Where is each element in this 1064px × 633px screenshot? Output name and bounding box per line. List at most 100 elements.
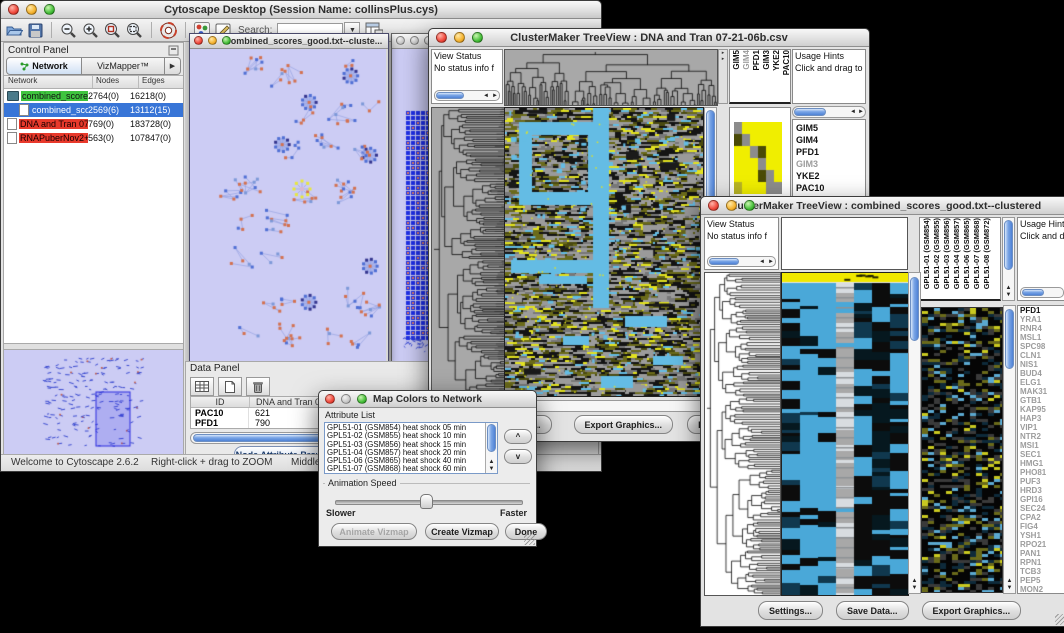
frame-minimize-button[interactable] — [410, 36, 419, 45]
delete-attribute-button[interactable] — [246, 377, 270, 396]
col-header-edges[interactable]: Edges — [139, 76, 183, 88]
tab-vizmapper[interactable]: VizMapper™ — [82, 57, 165, 75]
scroll-down-arrow-icon[interactable]: ▼ — [1004, 585, 1015, 591]
attribute-list-item[interactable]: GPL51-07 (GSM868) heat shock 60 min — [327, 465, 495, 473]
view-status-hscrollbar[interactable]: ◄ ► — [434, 90, 500, 101]
usage-hscrollbar[interactable] — [1020, 287, 1064, 298]
scroll-left-arrow-icon[interactable]: ◄ — [850, 109, 856, 115]
scroll-up-arrow-icon[interactable]: ▲ — [909, 578, 920, 584]
zoom-selected-icon[interactable] — [104, 22, 121, 38]
scroll-down-arrow-icon[interactable]: ▼ — [1003, 292, 1014, 298]
zoom-fit-icon[interactable] — [126, 22, 143, 38]
attribute-list-vscrollbar[interactable]: ▲ ▼ — [485, 423, 497, 473]
tv2-button-settings[interactable]: Settings... — [758, 601, 823, 620]
scroll-up-arrow-icon[interactable]: ▲ — [486, 459, 497, 465]
scrollbar-thumb[interactable] — [436, 92, 464, 99]
tv1-usage-hscrollbar[interactable]: ◄ ► — [792, 106, 866, 118]
save-icon[interactable] — [28, 23, 43, 38]
scroll-down-arrow-icon[interactable]: ▼ — [909, 585, 920, 591]
birds-eye-view[interactable] — [4, 350, 183, 460]
scrollbar-thumb[interactable] — [1005, 309, 1014, 369]
scroll-up-arrow-icon[interactable]: ▲ — [1004, 578, 1015, 584]
zoom-button[interactable] — [744, 200, 755, 211]
scroll-left-arrow-icon[interactable]: ◄ — [483, 93, 489, 99]
tv2-labels-vscrollbar[interactable]: ▲ ▼ — [1002, 217, 1015, 301]
view-status-hscrollbar[interactable]: ◄ ► — [707, 256, 776, 267]
treeview1-titlebar[interactable]: ClusterMaker TreeView : DNA and Tran 07-… — [429, 29, 869, 47]
tv2-button-save-data[interactable]: Save Data... — [836, 601, 909, 620]
scrollbar-thumb[interactable] — [910, 277, 919, 341]
minimize-button[interactable] — [341, 394, 351, 404]
zoom-button[interactable] — [44, 4, 55, 15]
zoom-button[interactable] — [472, 32, 483, 43]
scroll-up-arrow-icon[interactable]: ▲ — [1003, 285, 1014, 291]
resize-grip[interactable] — [1055, 614, 1064, 625]
frame-zoom-button[interactable] — [222, 36, 231, 45]
scrollbar-thumb[interactable] — [709, 258, 739, 265]
treeview2-titlebar[interactable]: ClusterMaker TreeView : combined_scores_… — [701, 197, 1064, 215]
tv1-mini-heatmap[interactable] — [734, 122, 782, 194]
network-tree-row[interactable]: combined_scores2764(0)16218(0) — [4, 89, 183, 103]
slower-label: Slower — [326, 508, 356, 518]
main-titlebar[interactable]: Cytoscape Desktop (Session Name: collins… — [1, 1, 601, 19]
zoom-in-icon[interactable] — [82, 22, 99, 38]
scroll-down-arrow-icon[interactable]: ▼ — [486, 466, 497, 472]
network-canvas[interactable] — [190, 49, 386, 361]
id-column-header[interactable]: ID — [191, 397, 250, 407]
network-tree-row[interactable]: DNA and Tran 07769(0)183728(0) — [4, 117, 183, 131]
select-attributes-button[interactable] — [190, 377, 214, 396]
minimize-button[interactable] — [26, 4, 37, 15]
tv2-mini-heatmap[interactable] — [921, 307, 1003, 593]
resize-grip[interactable] — [524, 534, 535, 545]
zoom-out-icon[interactable] — [60, 22, 77, 38]
close-button[interactable] — [436, 32, 447, 43]
main-window-title: Cytoscape Desktop (Session Name: collins… — [164, 4, 438, 16]
tv1-heatmap[interactable] — [504, 107, 704, 397]
frame-close-button[interactable] — [396, 36, 405, 45]
tv1-splitter-strip[interactable]: ▸▸ — [718, 49, 728, 104]
dialog-titlebar[interactable]: Map Colors to Network — [319, 391, 536, 408]
scrollbar-thumb[interactable] — [794, 108, 826, 116]
tv1-row-dendrogram[interactable] — [431, 107, 505, 397]
tv1-column-dendrogram[interactable] — [504, 49, 718, 106]
float-panel-icon[interactable] — [168, 45, 179, 56]
tab-overflow-arrow[interactable]: ▶ — [165, 57, 181, 75]
close-button[interactable] — [325, 394, 335, 404]
tv2-heatmap-vscrollbar[interactable]: ▲ ▼ — [908, 272, 921, 594]
panel-splitter[interactable] — [4, 343, 183, 350]
network-tree-row[interactable]: combined_sco2569(6)13112(15) — [4, 103, 183, 117]
tab-network[interactable]: Network — [6, 57, 82, 75]
network-frame-1-titlebar[interactable]: combined_scores_good.txt--cluste... — [190, 34, 388, 49]
network-tree-row[interactable]: RNAPuberNov2+563(0)107847(0) — [4, 131, 183, 145]
move-down-button[interactable]: v — [504, 449, 532, 464]
help-lifering-icon[interactable] — [160, 22, 177, 39]
scroll-left-arrow-icon[interactable]: ◄ — [759, 259, 765, 265]
scrollbar-thumb[interactable] — [1004, 220, 1013, 270]
tv2-row-dendrogram[interactable] — [704, 272, 781, 596]
minimize-button[interactable] — [454, 32, 465, 43]
tv2-button-export-graphics[interactable]: Export Graphics... — [922, 601, 1022, 620]
zoom-button[interactable] — [357, 394, 367, 404]
open-folder-icon[interactable] — [6, 23, 23, 38]
col-header-nodes[interactable]: Nodes — [93, 76, 139, 88]
tv2-genes-vscrollbar[interactable]: ▲ ▼ — [1003, 305, 1016, 594]
scroll-right-arrow-icon[interactable]: ► — [492, 93, 498, 99]
close-button[interactable] — [8, 4, 19, 15]
tv2-heatmap[interactable] — [781, 272, 909, 596]
scrollbar-thumb[interactable] — [487, 424, 496, 452]
create-vizmap-button[interactable]: Create Vizmap — [425, 523, 499, 540]
animate-vizmap-button[interactable]: Animate Vizmap — [331, 523, 417, 540]
animation-speed-slider-thumb[interactable] — [420, 494, 433, 509]
scroll-right-arrow-icon[interactable]: ► — [858, 109, 864, 115]
scrollbar-thumb[interactable] — [1022, 289, 1044, 296]
move-up-button[interactable]: ^ — [504, 429, 532, 444]
tv2-column-tree-area[interactable] — [781, 217, 908, 270]
scroll-right-arrow-icon[interactable]: ► — [768, 259, 774, 265]
new-attribute-button[interactable] — [218, 377, 242, 396]
tv1-button-export-graphics[interactable]: Export Graphics... — [574, 415, 674, 434]
minimize-button[interactable] — [726, 200, 737, 211]
frame-minimize-button[interactable] — [208, 36, 217, 45]
col-header-network[interactable]: Network — [4, 76, 93, 88]
close-button[interactable] — [708, 200, 719, 211]
frame-close-button[interactable] — [194, 36, 203, 45]
